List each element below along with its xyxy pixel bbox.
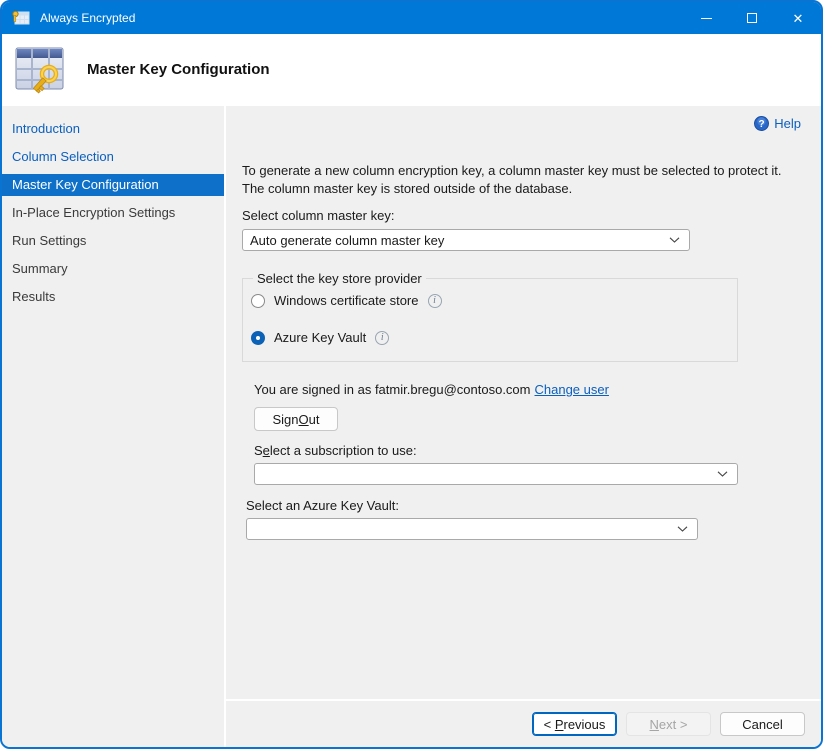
master-key-label: Select column master key: [242, 208, 801, 223]
azure-key-vault-radio[interactable] [251, 331, 265, 345]
help-label: Help [774, 116, 801, 131]
help-row: ? Help [242, 114, 801, 132]
minimize-button[interactable] [683, 2, 729, 34]
key-store-provider-legend: Select the key store provider [253, 271, 426, 286]
windows-certificate-store-radio[interactable] [251, 294, 265, 308]
sidebar-item-summary[interactable]: Summary [2, 258, 224, 280]
main-content: ? Help To generate a new column encrypti… [226, 106, 821, 699]
sidebar-item-introduction[interactable]: Introduction [2, 118, 224, 140]
wizard-header: Master Key Configuration [2, 34, 821, 104]
title-bar[interactable]: Always Encrypted ✕ [2, 2, 821, 34]
window-controls: ✕ [683, 2, 821, 34]
cancel-button[interactable]: Cancel [720, 712, 805, 736]
sidebar-item-master-key-configuration[interactable]: Master Key Configuration [2, 174, 224, 196]
sidebar-item-results[interactable]: Results [2, 286, 224, 308]
dialog-body: Introduction Column Selection Master Key… [2, 104, 821, 747]
change-user-link[interactable]: Change user [535, 382, 609, 397]
always-encrypted-dialog: Always Encrypted ✕ [0, 0, 823, 749]
wizard-steps-sidebar: Introduction Column Selection Master Key… [2, 106, 226, 747]
vault-section: Select an Azure Key Vault: [246, 498, 801, 540]
table-key-icon [12, 42, 66, 96]
azure-signin-section: You are signed in as fatmir.bregu@contos… [254, 382, 801, 485]
close-button[interactable]: ✕ [775, 2, 821, 34]
sidebar-item-column-selection[interactable]: Column Selection [2, 146, 224, 168]
sidebar-item-in-place-encryption-settings[interactable]: In-Place Encryption Settings [2, 202, 224, 224]
column-master-key-combobox[interactable]: Auto generate column master key [242, 229, 690, 251]
page-description: To generate a new column encryption key,… [242, 162, 801, 198]
always-encrypted-icon [12, 10, 30, 26]
vault-label: Select an Azure Key Vault: [246, 498, 801, 513]
wizard-footer: < Previous Next > Cancel [226, 699, 821, 747]
maximize-button[interactable] [729, 2, 775, 34]
close-icon: ✕ [793, 12, 804, 25]
help-link[interactable]: ? Help [754, 116, 801, 131]
azure-key-vault-option[interactable]: Azure Key Vault i [251, 330, 725, 345]
signed-in-text: You are signed in as fatmir.bregu@contos… [254, 382, 801, 397]
help-icon: ? [754, 116, 769, 131]
signed-in-message: You are signed in as fatmir.bregu@contos… [254, 382, 531, 397]
sign-out-label-post: ut [309, 412, 320, 427]
windows-certificate-store-label: Windows certificate store [274, 293, 419, 308]
sign-out-label-mnemonic: O [299, 412, 309, 427]
chevron-down-icon [669, 237, 680, 243]
sidebar-item-run-settings[interactable]: Run Settings [2, 230, 224, 252]
page-title: Master Key Configuration [87, 61, 270, 78]
svg-text:?: ? [759, 119, 765, 130]
column-master-key-value: Auto generate column master key [250, 233, 444, 248]
sign-out-label-pre: Sign [273, 412, 299, 427]
chevron-down-icon [677, 526, 688, 532]
subscription-combobox[interactable] [254, 463, 738, 485]
azure-key-vault-combobox[interactable] [246, 518, 698, 540]
info-icon[interactable]: i [428, 294, 442, 308]
main-panel: ? Help To generate a new column encrypti… [226, 106, 821, 747]
windows-certificate-store-option[interactable]: Windows certificate store i [251, 293, 725, 308]
subscription-label: Select a subscription to use: [254, 443, 801, 458]
minimize-icon [701, 18, 712, 19]
previous-button[interactable]: < Previous [532, 712, 617, 736]
key-store-provider-group: Select the key store provider Windows ce… [242, 271, 738, 362]
window-title: Always Encrypted [40, 11, 683, 25]
info-icon[interactable]: i [375, 331, 389, 345]
maximize-icon [747, 13, 757, 23]
azure-key-vault-label: Azure Key Vault [274, 330, 366, 345]
next-button[interactable]: Next > [626, 712, 711, 736]
sign-out-button[interactable]: Sign Out [254, 407, 338, 431]
chevron-down-icon [717, 471, 728, 477]
